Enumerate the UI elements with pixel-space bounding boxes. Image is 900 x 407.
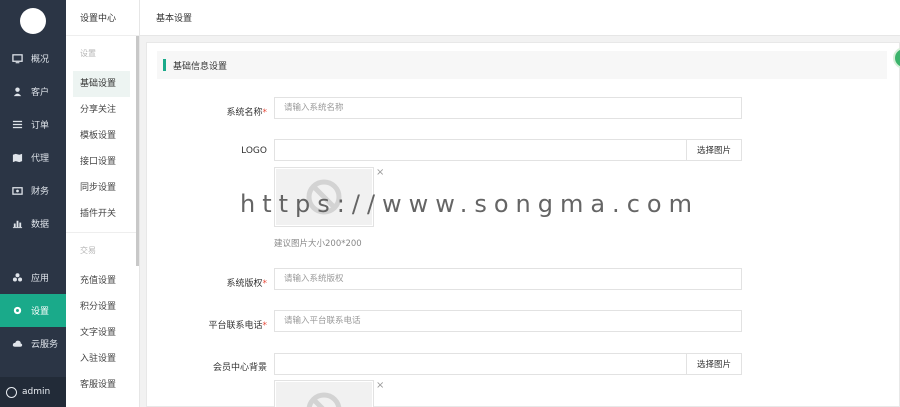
settings-subnav: 设置中心 设置 基础设置 分享关注 模板设置 接口设置 同步设置 插件开关 交易… [66,0,140,407]
page-header: 基本设置 [140,0,900,36]
sidebar-item-label: 客户 [31,88,50,98]
sidebar-item-label: 代理 [31,154,50,164]
subnav-item-share[interactable]: 分享关注 [73,97,130,123]
map-icon [12,153,23,163]
required-mark: * [262,108,268,118]
monitor-icon [12,54,23,64]
user-menu[interactable]: admin [0,377,66,407]
member-bg-remove-icon[interactable]: × [376,380,384,391]
subnav-item-api[interactable]: 接口设置 [73,149,130,175]
sidebar-item-label: 数据 [31,220,50,230]
watermark-text: https://www.songma.com [240,190,699,218]
sidebar-item-apps[interactable]: 应用 [0,261,66,294]
subnav-item-basic[interactable]: 基础设置 [73,71,130,97]
apps-icon [12,273,23,282]
subnav-title: 设置中心 [66,0,139,36]
subnav-group-label: 交易 [80,246,96,255]
logo[interactable] [20,8,46,34]
subnav-item-support[interactable]: 客服设置 [73,372,130,398]
sidebar-item-label: 订单 [31,121,50,131]
sidebar-item-label: 应用 [31,274,50,284]
subnav-item-sync[interactable]: 同步设置 [73,175,130,201]
section-header: 基础信息设置 [157,51,887,79]
settings-panel: 基础信息设置 系统名称* 请输入系统名称 LOGO 选择图片 × 建议图片大小2… [146,42,900,407]
subnav-scrollbar[interactable] [136,36,139,266]
page-title: 基本设置 [156,14,193,24]
sidebar-item-label: 设置 [31,307,50,317]
cloud-icon [12,340,23,347]
member-bg-path-input[interactable] [274,353,687,375]
copyright-input[interactable]: 请输入系统版权 [274,268,742,290]
subnav-item-template[interactable]: 模板设置 [73,123,130,149]
sidebar-item-finance[interactable]: 财务 [0,174,66,207]
sidebar-item-customers[interactable]: 客户 [0,75,66,108]
member-bg-pick-button[interactable]: 选择图片 [686,353,742,375]
sidebar-item-overview[interactable]: 概况 [0,42,66,75]
required-mark: * [262,279,268,289]
logo-pick-button[interactable]: 选择图片 [686,139,742,161]
sidebar-item-label: 财务 [31,187,50,197]
sidebar-item-cloud[interactable]: 云服务 [0,327,66,360]
site-name-input[interactable]: 请输入系统名称 [274,97,742,119]
copyright-label: 系统版权* [226,279,268,289]
sidebar-item-label: 云服务 [31,340,59,350]
logo-size-hint: 建议图片大小200*200 [274,239,362,249]
sidebar-item-label: 概况 [31,55,50,65]
subnav-item-onboarding[interactable]: 入驻设置 [73,346,130,372]
sidebar-item-agents[interactable]: 代理 [0,141,66,174]
subnav-group-label: 设置 [80,49,96,58]
subnav-item-points[interactable]: 积分设置 [73,294,130,320]
image-placeholder [276,382,372,407]
subnav-item-plugins[interactable]: 插件开关 [73,201,130,227]
wallet-icon [12,187,23,195]
logo-label: LOGO [241,146,267,156]
sidebar-item-orders[interactable]: 订单 [0,108,66,141]
member-bg-preview [274,380,374,407]
avatar-icon [6,386,17,398]
gear-icon [13,306,22,315]
logo-remove-icon[interactable]: × [376,167,384,178]
site-name-label: 系统名称* [226,108,268,118]
required-mark: * [262,321,268,331]
sidebar-item-settings[interactable]: 设置 [0,294,66,327]
main-sidebar: 概况 客户 订单 代理 财务 数据 应用 设置 云服务 admin [0,0,66,407]
phone-input[interactable]: 请输入平台联系电话 [274,310,742,332]
section-title: 基础信息设置 [173,61,228,72]
username: admin [22,387,51,397]
list-icon [12,120,23,129]
phone-label: 平台联系电话* [208,321,268,331]
subnav-item-text[interactable]: 文字设置 [73,320,130,346]
logo-path-input[interactable] [274,139,687,161]
sidebar-item-data[interactable]: 数据 [0,207,66,240]
subnav-item-recharge[interactable]: 充值设置 [73,268,130,294]
user-icon [13,87,22,97]
member-bg-label: 会员中心背景 [212,363,267,373]
no-image-icon [306,392,342,407]
logo-area [0,0,66,42]
bar-chart-icon [12,220,23,229]
